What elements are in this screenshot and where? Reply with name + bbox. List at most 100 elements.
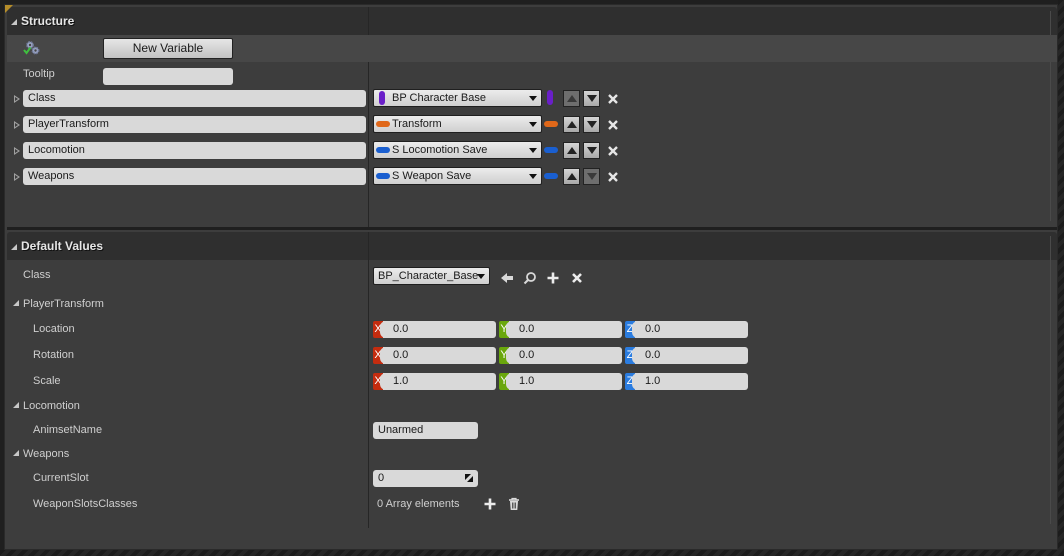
scale-x-field[interactable]: X 1.0 [373,373,496,390]
scale-label: Scale [33,375,61,387]
bottom-edge [0,550,1064,556]
container-type-icon[interactable] [544,121,558,127]
use-selected-arrow-icon[interactable] [500,271,514,285]
dropdown-caret-icon [529,148,537,153]
panel-splitter[interactable] [1058,0,1064,556]
move-down-button[interactable] [583,90,600,107]
default-values-title: Default Values [21,239,104,253]
new-variable-button[interactable]: New Variable [103,38,233,59]
location-z-field[interactable]: Z 0.0 [625,321,748,338]
expand-arrow-icon[interactable] [14,121,20,129]
container-type-icon[interactable] [544,173,558,179]
location-x-field[interactable]: X 0.0 [373,321,496,338]
move-down-button[interactable] [583,142,600,159]
rotation-x-field[interactable]: X 0.0 [373,347,496,364]
arrow-up-icon [567,173,577,180]
container-type-icon[interactable] [547,90,553,105]
pin-type-icon [376,173,390,179]
rotation-x-value[interactable]: 0.0 [380,347,496,364]
variable-type-label: S Weapon Save [392,170,472,182]
variable-type-label: Transform [392,118,442,130]
animset-name-label: AnimsetName [33,424,103,436]
class-picker-value: BP_Character_Base [378,270,479,282]
arrow-down-icon [587,147,597,154]
variable-name-input[interactable]: Locomotion [23,142,366,159]
scale-y-field[interactable]: Y 1.0 [499,373,622,390]
collapse-triangle-icon[interactable] [11,244,17,250]
arrow-up-icon [567,121,577,128]
default-values-section: Default Values Class BP_Character_Base P… [7,232,1057,528]
player-transform-category: PlayerTransform [23,298,104,310]
rotation-z-field[interactable]: Z 0.0 [625,347,748,364]
column-divider[interactable] [368,232,369,528]
tooltip-input[interactable] [103,68,233,85]
default-values-header[interactable]: Default Values [7,232,1057,260]
move-down-button[interactable] [583,168,600,185]
remove-variable-icon[interactable] [607,171,619,183]
clear-x-icon[interactable] [570,271,584,285]
variable-type-combo[interactable]: BP Character Base [373,89,542,107]
new-variable-bar: New Variable [7,35,1057,62]
rotation-y-field[interactable]: Y 0.0 [499,347,622,364]
struct-editor-panel: Structure New Variable Tooltip Class BP C… [4,4,1058,550]
move-up-button[interactable] [563,168,580,185]
remove-variable-icon[interactable] [607,93,619,105]
animset-name-input[interactable]: Unarmed [373,422,478,439]
arrow-up-icon [567,95,577,102]
structure-title: Structure [21,14,75,28]
expand-arrow-icon[interactable] [14,147,20,155]
variable-name-input[interactable]: PlayerTransform [23,116,366,133]
move-up-button[interactable] [563,142,580,159]
add-element-plus-icon[interactable] [483,497,497,511]
weapon-slots-label: WeaponSlotsClasses [33,498,138,510]
scale-z-value[interactable]: 1.0 [632,373,748,390]
dropdown-caret-icon [529,122,537,127]
scale-x-value[interactable]: 1.0 [380,373,496,390]
pin-type-icon [376,147,390,153]
variable-name-input[interactable]: Class [23,90,366,107]
dropdown-caret-icon [529,96,537,101]
structure-header[interactable]: Structure [7,7,1057,35]
arrow-down-icon [587,95,597,102]
rotation-y-value[interactable]: 0.0 [506,347,622,364]
location-y-field[interactable]: Y 0.0 [499,321,622,338]
move-down-button[interactable] [583,116,600,133]
add-plus-icon[interactable] [546,271,560,285]
variable-name-input[interactable]: Weapons [23,168,366,185]
current-slot-value: 0 [378,472,385,484]
structure-section: Structure New Variable Tooltip Class BP C… [7,7,1057,227]
expand-triangle-icon[interactable] [13,402,19,408]
spin-drag-icon[interactable] [465,474,473,482]
variable-type-combo[interactable]: S Weapon Save [373,167,542,185]
current-slot-spinbox[interactable]: 0 [373,470,478,487]
variable-type-combo[interactable]: Transform [373,115,542,133]
location-y-value[interactable]: 0.0 [506,321,622,338]
browse-search-icon[interactable] [523,271,537,285]
move-up-button[interactable] [563,116,580,133]
container-type-icon[interactable] [544,147,558,153]
expand-arrow-icon[interactable] [14,173,20,181]
move-up-button[interactable] [563,90,580,107]
section-divider [7,227,1057,230]
pin-type-icon [376,121,390,127]
remove-variable-icon[interactable] [607,119,619,131]
tab-corner-marker [5,5,13,13]
current-slot-label: CurrentSlot [33,472,89,484]
trash-icon[interactable] [507,497,521,511]
expand-triangle-icon[interactable] [13,450,19,456]
location-z-value[interactable]: 0.0 [632,321,748,338]
location-x-value[interactable]: 0.0 [380,321,496,338]
arrow-up-icon [567,147,577,154]
dropdown-caret-icon [529,174,537,179]
rotation-z-value[interactable]: 0.0 [632,347,748,364]
variable-type-combo[interactable]: S Locomotion Save [373,141,542,159]
scale-z-field[interactable]: Z 1.0 [625,373,748,390]
dropdown-caret-icon [477,274,485,279]
expand-arrow-icon[interactable] [14,95,20,103]
class-picker-combo[interactable]: BP_Character_Base [373,267,490,285]
collapse-triangle-icon[interactable] [11,19,17,25]
remove-variable-icon[interactable] [607,145,619,157]
expand-triangle-icon[interactable] [13,300,19,306]
scale-y-value[interactable]: 1.0 [506,373,622,390]
rotation-label: Rotation [33,349,74,361]
